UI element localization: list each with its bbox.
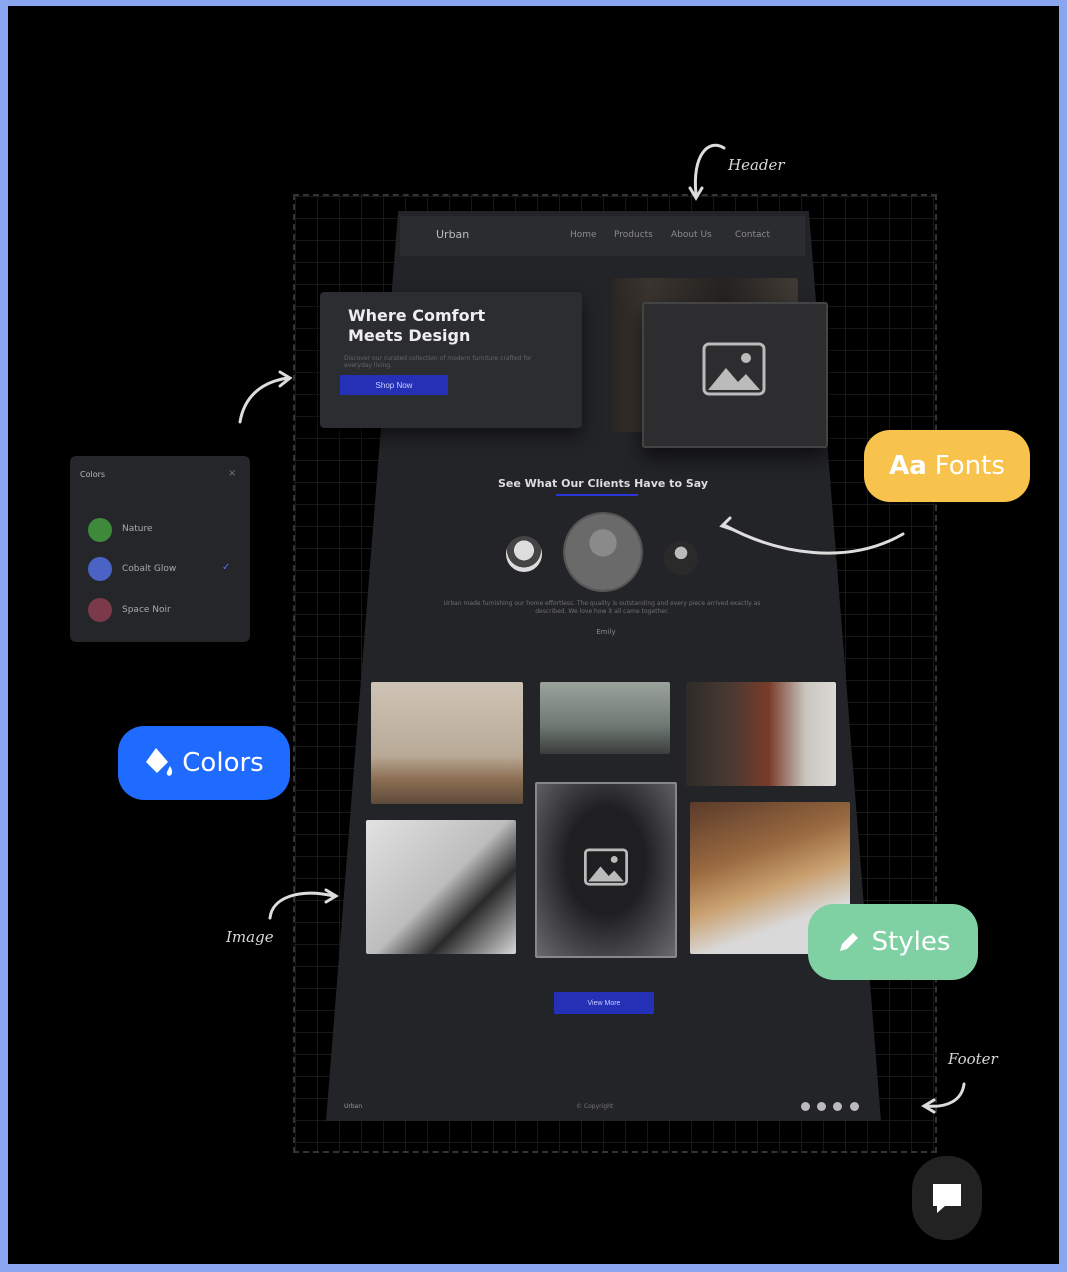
arrow-hero: [238, 376, 290, 424]
image-placeholder-card[interactable]: [642, 302, 828, 448]
hero-subtitle: Discover our curated collection of moder…: [344, 355, 532, 369]
arrow-head-hero: [278, 370, 293, 388]
gallery-placeholder[interactable]: [535, 782, 677, 958]
annotation-image: Image: [226, 928, 274, 946]
footer-brand[interactable]: Urban: [344, 1103, 362, 1110]
hero-title: Where Comfort Meets Design: [348, 306, 486, 345]
swatch-nature[interactable]: [88, 518, 112, 542]
swatch-space-noir[interactable]: [88, 598, 112, 622]
testimonials-title: See What Our Clients Have to Say: [497, 477, 709, 490]
social-icon-2[interactable]: [817, 1102, 826, 1111]
pencil-icon: [839, 933, 858, 951]
swatch-cobalt-glow[interactable]: [88, 557, 112, 581]
swatch-label-nature[interactable]: Nature: [122, 524, 153, 534]
fonts-pill[interactable]: Aa Fonts: [864, 430, 1030, 502]
aa-icon: Aa: [889, 451, 927, 481]
paint-bucket-icon: [146, 748, 173, 776]
check-icon: ✓: [222, 562, 231, 573]
avatar-left[interactable]: [506, 536, 542, 572]
social-icon-4[interactable]: [850, 1102, 859, 1111]
colors-pill-label: Colors: [182, 748, 264, 778]
arrow-header: [693, 143, 726, 196]
gallery-image-4[interactable]: [366, 820, 516, 954]
gallery-image-1[interactable]: [371, 682, 523, 804]
shop-now-button[interactable]: Shop Now: [340, 375, 448, 395]
styles-pill[interactable]: Styles: [808, 904, 978, 980]
mockup-brand[interactable]: Urban: [436, 228, 469, 241]
annotation-header: Header: [728, 156, 785, 174]
social-icon-3[interactable]: [833, 1102, 842, 1111]
image-placeholder-icon: [584, 848, 628, 886]
nav-link-contact[interactable]: Contact: [735, 230, 770, 240]
chat-button[interactable]: [912, 1156, 982, 1240]
styles-pill-label: Styles: [871, 927, 951, 957]
testimonial-text: Urban made furnishing our home effortles…: [443, 600, 761, 615]
footer-copyright: © Copyright: [576, 1103, 614, 1110]
view-more-button[interactable]: View More: [554, 992, 654, 1014]
avatar-selected[interactable]: [565, 514, 641, 590]
testimonial-author: Emily: [596, 628, 616, 636]
swatch-label-cobalt-glow[interactable]: Cobalt Glow: [122, 564, 176, 574]
close-icon[interactable]: ×: [228, 468, 236, 479]
nav-link-products[interactable]: Products: [614, 230, 653, 240]
canvas-frame: Urban Home Products About Us Contact Whe…: [0, 0, 1067, 1272]
avatar-right[interactable]: [664, 541, 698, 575]
gallery-image-2[interactable]: [540, 682, 670, 754]
social-icon-1[interactable]: [801, 1102, 810, 1111]
nav-link-about[interactable]: About Us: [671, 230, 712, 240]
fonts-pill-label: Fonts: [934, 451, 1005, 481]
colors-pill[interactable]: Colors: [118, 726, 290, 800]
chat-bubble-icon: [933, 1184, 961, 1213]
title-underline: [556, 494, 638, 496]
colors-panel-title: Colors: [80, 470, 106, 479]
gallery-image-3[interactable]: [686, 682, 836, 786]
image-placeholder-icon: [702, 342, 766, 396]
nav-link-home[interactable]: Home: [570, 230, 597, 240]
annotation-footer: Footer: [948, 1050, 998, 1068]
swatch-label-space-noir[interactable]: Space Noir: [122, 605, 171, 615]
